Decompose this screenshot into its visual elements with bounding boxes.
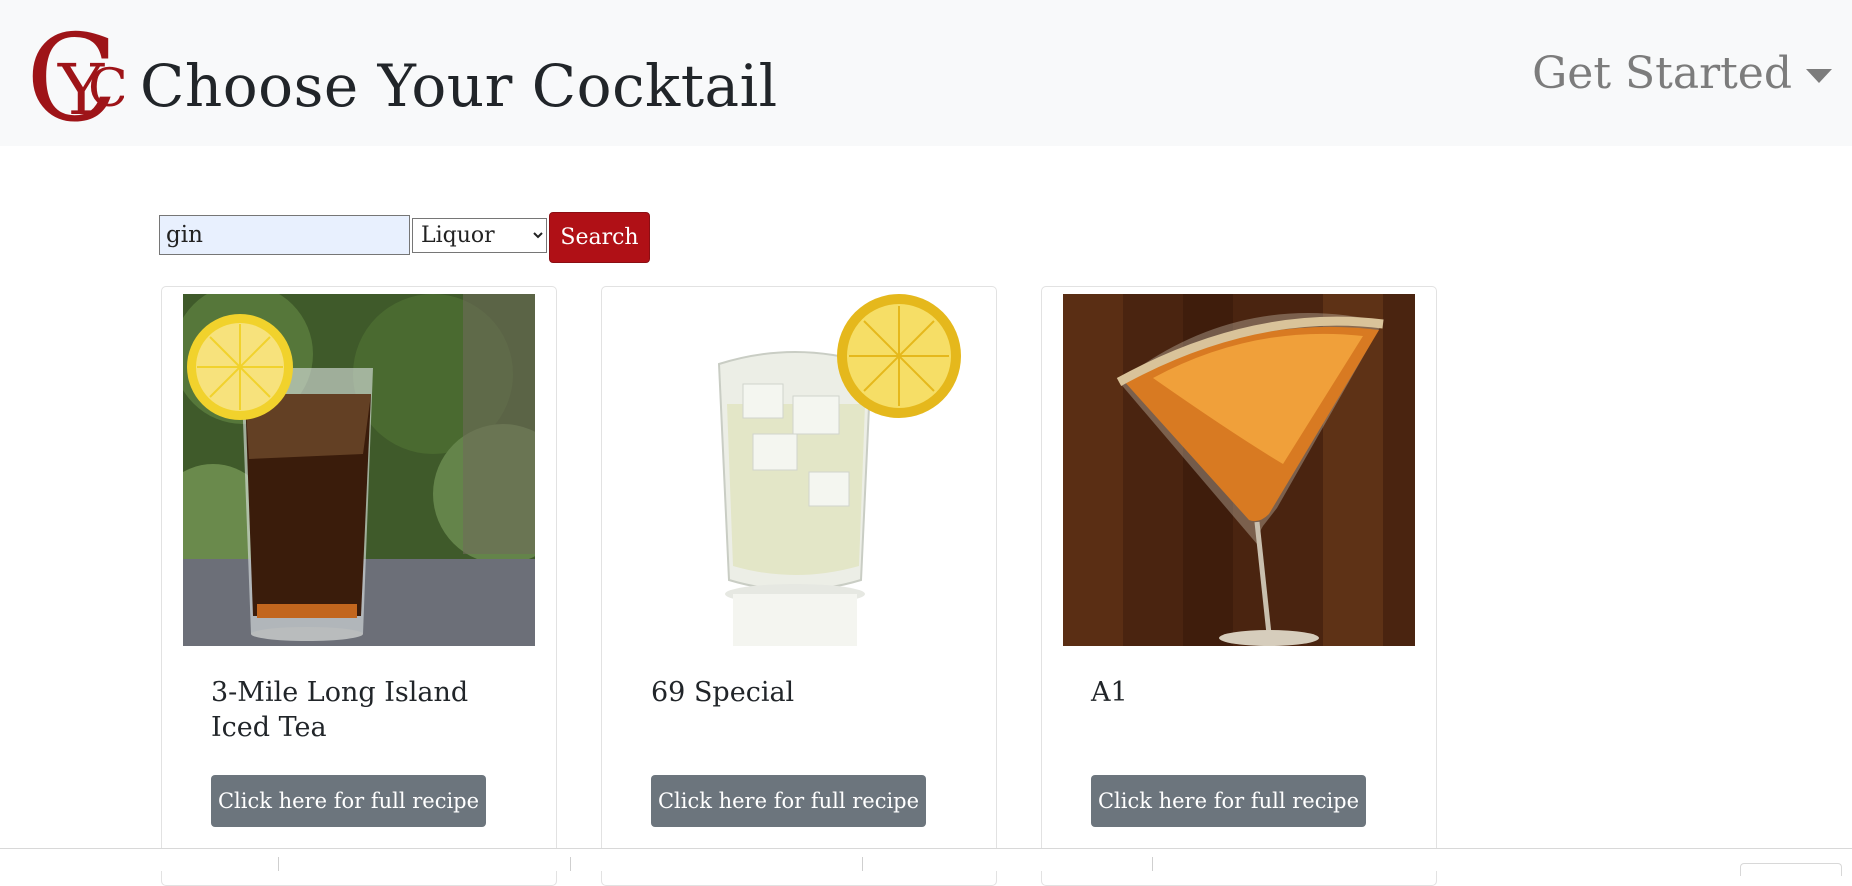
cocktail-image-iced-tea[interactable] — [183, 294, 535, 646]
full-recipe-button[interactable]: Click here for full recipe — [211, 775, 486, 827]
cocktail-card: 3-Mile Long Island Iced Tea Click here f… — [161, 286, 557, 886]
search-button[interactable]: Search — [549, 212, 650, 263]
toolbar-divider — [1152, 857, 1153, 871]
cocktail-card: A1 Click here for full recipe — [1041, 286, 1437, 886]
cocktail-card: 69 Special Click here for full recipe — [601, 286, 997, 886]
toolbar-divider — [862, 857, 863, 871]
navbar: C Y C Choose Your Cocktail Get Started — [0, 0, 1852, 149]
svg-text:C: C — [88, 59, 124, 119]
cocktail-image-69-special[interactable] — [623, 294, 975, 646]
site-title[interactable]: Choose Your Cocktail — [140, 44, 778, 128]
cocktail-name: 69 Special — [651, 677, 795, 708]
cocktail-name: 3-Mile Long Island Iced Tea — [211, 677, 469, 743]
cocktail-image-a1[interactable] — [1063, 294, 1415, 646]
get-started-dropdown[interactable]: Get Started — [1532, 44, 1832, 104]
caret-down-icon — [1806, 69, 1832, 83]
toolbar-divider — [570, 857, 571, 871]
search-type-select[interactable]: Liquor — [412, 218, 547, 253]
bottom-toolbar — [0, 848, 1852, 876]
full-recipe-button[interactable]: Click here for full recipe — [651, 775, 926, 827]
toolbar-divider — [278, 857, 279, 871]
get-started-label: Get Started — [1532, 48, 1792, 99]
search-input[interactable] — [159, 215, 410, 255]
cocktail-name: A1 — [1091, 677, 1128, 708]
cyc-logo[interactable]: C Y C — [24, 10, 128, 149]
full-recipe-button[interactable]: Click here for full recipe — [1091, 775, 1366, 827]
